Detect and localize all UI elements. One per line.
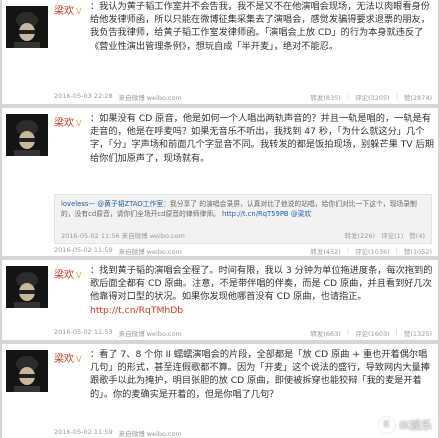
- post-source[interactable]: 来自微博 weibo.com: [119, 92, 182, 102]
- quoted-meta: 2016-05-02 11:56 来自微博 weibo.com: [61, 232, 185, 240]
- author-name[interactable]: 梁欢 V: [54, 2, 81, 17]
- verified-badge-icon: V: [76, 271, 82, 280]
- comment-button[interactable]: 评论(1603): [355, 328, 390, 338]
- watermark-text: IK娱乐: [399, 419, 432, 432]
- comment-button[interactable]: 评论(3205): [355, 92, 390, 102]
- like-button[interactable]: 赞(1325): [404, 328, 432, 338]
- author-name[interactable]: 梁欢 V: [54, 114, 81, 129]
- post-actions: 转发(835) | 评论(3205) | 赞(2874): [310, 92, 432, 102]
- like-button[interactable]: 赞(1052): [404, 246, 432, 256]
- short-link[interactable]: http://t.cn/RqTMhDb: [90, 305, 183, 316]
- verified-badge-icon: V: [76, 355, 82, 364]
- post-source[interactable]: 来自微博 weibo.com: [119, 328, 182, 338]
- post-actions: 转发(452) | 评论(1036) | 赞(1052): [310, 246, 432, 256]
- weibo-post-3: 梁欢 V ：找到黄子韬的演唱会全程了。时间有限，我以 3 分钟为单位拖进度条，每次…: [2, 260, 438, 340]
- repost-button[interactable]: 转发(663): [310, 328, 340, 338]
- repost-button[interactable]: 转发(226): [345, 230, 375, 240]
- avatar[interactable]: [6, 6, 48, 48]
- post-source[interactable]: 来自微博 weibo.com: [119, 428, 182, 438]
- short-link[interactable]: http://t.cn/RqT59PB: [222, 210, 289, 218]
- post-actions: 转发(663) | 评论(1603) | 赞(1325): [310, 328, 432, 338]
- comment-button[interactable]: 评论(1036): [355, 246, 390, 256]
- author-name[interactable]: 梁欢 V: [54, 266, 81, 281]
- watermark: K IK娱乐: [377, 416, 432, 434]
- weibo-post-2: 梁欢 V ：如果没有 CD 原音，他是如何一个人唱出两轨声音的？并且一轨是唱的，一…: [2, 108, 438, 256]
- quoted-post[interactable]: loveless— @黄子韬ZTAO工作室：我分享了 的演唱会录屏，认真对比了他…: [54, 194, 432, 244]
- mention-link[interactable]: @梁欢: [291, 210, 311, 218]
- like-button[interactable]: 赞(4): [409, 230, 425, 240]
- post-text: ：我认为黄子韬工作室并不会告我，我不是又不在他演唱会现场，无法以肉眼看身份给他发…: [90, 1, 430, 52]
- repost-button[interactable]: 转发(835): [310, 92, 340, 102]
- like-button[interactable]: 赞(2874): [404, 92, 432, 102]
- verified-badge-icon: V: [76, 119, 82, 128]
- repost-button[interactable]: 转发(452): [310, 246, 340, 256]
- quoted-text: loveless— @黄子韬ZTAO工作室：我分享了 的演唱会录屏，认真对比了他…: [61, 200, 417, 218]
- post-text: ：看了 7、8 个你 II 蠕蠕演唱会的片段，全部都是「放 CD 原曲 + 重也…: [90, 349, 430, 400]
- avatar[interactable]: [6, 266, 48, 308]
- quoted-author[interactable]: loveless—: [61, 200, 95, 208]
- post-time[interactable]: 2016-05-02 11:59: [54, 246, 113, 256]
- comment-button[interactable]: 评论(1): [381, 230, 403, 240]
- post-time[interactable]: 2016-05-02 11:59: [54, 428, 113, 438]
- author-name[interactable]: 梁欢 V: [54, 350, 81, 365]
- weibo-post-4: 梁欢 V ：看了 7、8 个你 II 蠕蠕演唱会的片段，全部都是「放 CD 原曲 …: [2, 344, 438, 438]
- avatar[interactable]: [6, 350, 48, 392]
- watermark-logo-icon: K: [377, 416, 396, 434]
- post-time[interactable]: 2016-05-03 22:28: [54, 92, 113, 102]
- post-text: ：如果没有 CD 原音，他是如何一个人唱出两轨声音的？并且一轨是唱的，一轨是有走…: [90, 113, 434, 164]
- post-text: ：找到黄子韬的演唱会全程了。时间有限，我以 3 分钟为单位拖进度条，每次拖到的歌…: [90, 265, 433, 316]
- verified-badge-icon: V: [76, 7, 82, 16]
- quoted-actions: 转发(226) 评论(1) 赞(4): [345, 230, 425, 240]
- post-time[interactable]: 2016-05-02 11:53: [54, 328, 113, 338]
- avatar[interactable]: [6, 114, 48, 156]
- weibo-post-1: 梁欢 V ：我认为黄子韬工作室并不会告我，我不是又不在他演唱会现场，无法以肉眼看身…: [2, 0, 438, 104]
- mention-link[interactable]: @黄子韬ZTAO工作室: [97, 200, 163, 208]
- post-source[interactable]: 来自微博 weibo.com: [119, 246, 182, 256]
